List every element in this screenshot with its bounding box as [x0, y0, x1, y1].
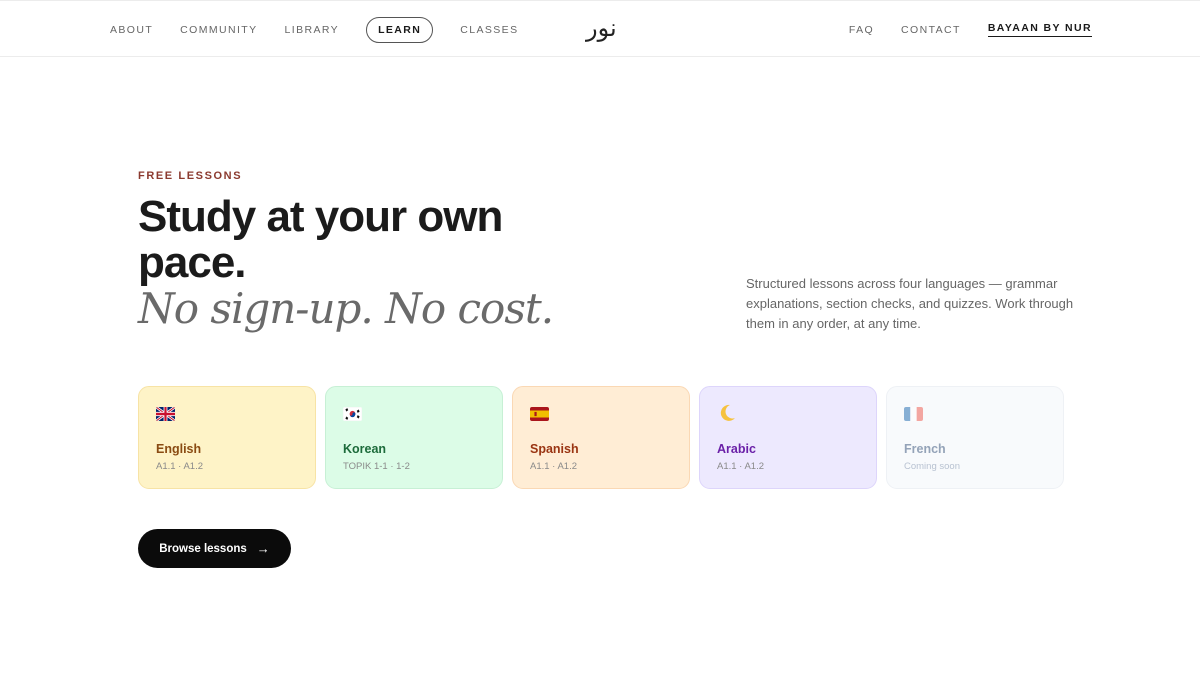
nav-link-learn[interactable]: LEARN	[366, 16, 434, 43]
language-card-french[interactable]: French Coming soon	[886, 386, 1064, 489]
language-name: Spanish	[530, 442, 579, 456]
uk-flag-icon	[156, 407, 175, 421]
language-status: Coming soon	[904, 461, 960, 472]
section-eyebrow: FREE LESSONS	[138, 170, 243, 182]
nav-link-classes[interactable]: CLASSES	[460, 24, 518, 36]
nav-link-library[interactable]: LIBRARY	[285, 24, 340, 36]
primary-nav: ABOUT COMMUNITY LIBRARY LEARN CLASSES	[110, 1, 545, 58]
language-card-english[interactable]: English A1.1 · A1.2	[138, 386, 316, 489]
site-logo[interactable]: نور	[586, 13, 617, 43]
secondary-nav: FAQ CONTACT BAYAAN BY NUR	[822, 1, 1092, 58]
language-name: Korean	[343, 442, 387, 456]
top-nav-bar: ABOUT COMMUNITY LIBRARY LEARN CLASSES نو…	[0, 0, 1200, 57]
arrow-right-icon: →	[256, 541, 270, 556]
page-title: Study at your own pace.	[138, 192, 503, 287]
language-card-korean[interactable]: Korean TOPIK 1-1 · 1-2	[325, 386, 503, 489]
crescent-moon-icon	[720, 404, 735, 421]
france-flag-icon	[904, 407, 923, 421]
intro-paragraph: Structured lessons across four languages…	[746, 276, 1074, 331]
nav-link-community[interactable]: COMMUNITY	[180, 24, 257, 36]
language-name: Arabic	[717, 442, 756, 456]
language-cards: English A1.1 · A1.2 Korean TOPIK 1-1 · 1…	[138, 386, 1073, 489]
page-subtitle-italic: No sign-up. No cost.	[138, 284, 554, 333]
language-level: A1.1 · A1.2	[156, 461, 204, 472]
nav-link-contact[interactable]: CONTACT	[901, 24, 961, 36]
language-level: A1.1 · A1.2	[530, 461, 578, 472]
language-level: TOPIK 1-1 · 1-2	[343, 461, 410, 472]
korea-flag-icon	[343, 407, 362, 421]
language-name: French	[904, 442, 946, 456]
language-level: A1.1 · A1.2	[717, 461, 765, 472]
browse-lessons-button[interactable]: Browse lessons →	[138, 529, 291, 568]
nav-link-faq[interactable]: FAQ	[849, 24, 874, 36]
nav-link-about[interactable]: ABOUT	[110, 24, 153, 36]
language-card-arabic[interactable]: Arabic A1.1 · A1.2	[699, 386, 877, 489]
language-name: English	[156, 442, 202, 456]
spain-flag-icon	[530, 407, 549, 421]
browse-lessons-label: Browse lessons	[159, 542, 247, 555]
language-card-spanish[interactable]: Spanish A1.1 · A1.2	[512, 386, 690, 489]
nav-link-bayaan[interactable]: BAYAAN BY NUR	[987, 22, 1092, 37]
